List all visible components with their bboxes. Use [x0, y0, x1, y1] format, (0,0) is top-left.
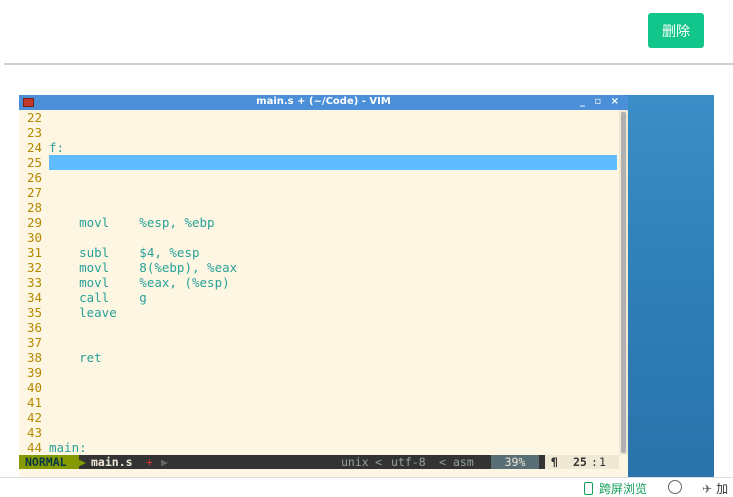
- editor-line[interactable]: 27: [19, 185, 619, 200]
- line-number: 38: [27, 350, 43, 365]
- editor-line[interactable]: 39: [19, 365, 619, 380]
- window-title: main.s + (~/Code) - VIM: [256, 96, 391, 107]
- line-number: 37: [27, 335, 43, 350]
- command-line[interactable]: [19, 469, 628, 477]
- line-code: main:: [49, 440, 87, 455]
- line-code: leave: [49, 305, 117, 320]
- vim-window: main.s + (~/Code) - VIM _ ▫ × 22 23 24 f: 25…: [19, 95, 628, 477]
- editor-line[interactable]: 34 call g: [19, 290, 619, 305]
- scroll-percent: 39%: [491, 455, 539, 469]
- editor-line[interactable]: 25: [19, 155, 619, 170]
- window-controls[interactable]: _ ▫ ×: [580, 96, 622, 107]
- position-colon: :: [591, 455, 598, 469]
- line-number: 32: [27, 260, 43, 275]
- editor-line[interactable]: 38 ret: [19, 350, 619, 365]
- line-number: 33: [27, 275, 43, 290]
- line-number: 39: [27, 365, 43, 380]
- line-number: 24: [27, 140, 43, 155]
- window-titlebar[interactable]: main.s + (~/Code) - VIM _ ▫ ×: [19, 95, 628, 110]
- editor-line[interactable]: 30: [19, 230, 619, 245]
- phone-icon: [584, 482, 593, 495]
- editor-line[interactable]: 23: [19, 125, 619, 140]
- line-number: 23: [27, 125, 43, 140]
- editor-line[interactable]: 43: [19, 425, 619, 440]
- vertical-scrollbar[interactable]: [619, 110, 628, 455]
- line-number: 44: [27, 440, 43, 455]
- top-toolbar: 删除: [0, 0, 733, 64]
- desktop-background: [628, 95, 714, 477]
- scroll-percent-value: 39%: [504, 455, 526, 469]
- mode-indicator: NORMAL: [19, 455, 79, 469]
- extension-label: 加: [716, 482, 729, 496]
- editor-line[interactable]: 37: [19, 335, 619, 350]
- modified-flag: +: [146, 455, 153, 469]
- editor-line[interactable]: 36: [19, 320, 619, 335]
- line-number: 35: [27, 305, 43, 320]
- divider: [4, 63, 733, 65]
- extension-button[interactable]: ✈ 加: [702, 480, 728, 497]
- chevron-left-icon: <: [375, 455, 382, 469]
- line-code: ret: [49, 350, 102, 365]
- editor-line[interactable]: 44 main:: [19, 440, 619, 455]
- cross-screen-label: 跨屏浏览: [599, 482, 648, 496]
- line-code: movl %eax, (%esp): [49, 275, 230, 290]
- line-number: 30: [27, 230, 43, 245]
- vim-statusline: NORMAL ▶ main.s + ▶ unix < utf-8 < asm 3…: [19, 455, 619, 469]
- line-number: 25: [27, 155, 43, 170]
- line-number-icon: ¶: [551, 455, 558, 469]
- editor-line[interactable]: 41: [19, 395, 619, 410]
- file-format: unix: [341, 455, 369, 469]
- browser-status-bar: 跨屏浏览 ✈ 加: [0, 477, 733, 497]
- line-number: 29: [27, 215, 43, 230]
- cursor-position: ¶ 25 : 1: [545, 455, 619, 469]
- scrollbar-thumb[interactable]: [621, 112, 626, 453]
- mode-separator-icon: ▶: [79, 455, 86, 469]
- line-number: 43: [27, 425, 43, 440]
- line-code: f:: [49, 140, 65, 155]
- file-type: asm: [453, 455, 474, 469]
- statusline-filename: main.s: [91, 455, 133, 469]
- delete-button[interactable]: 删除: [648, 13, 704, 48]
- line-code: subl $4, %esp: [49, 245, 200, 260]
- editor-line[interactable]: 29 movl %esp, %ebp: [19, 215, 619, 230]
- editor-buffer[interactable]: 22 23 24 f: 25 26 27 28 29 movl %esp, %ebp 30 31 s…: [19, 110, 619, 455]
- line-number: 28: [27, 200, 43, 215]
- editor-line[interactable]: 24 f:: [19, 140, 619, 155]
- line-code: movl 8(%ebp), %eax: [49, 260, 238, 275]
- chevron-left-icon: <: [439, 455, 446, 469]
- editor-line[interactable]: 26: [19, 170, 619, 185]
- line-number: 41: [27, 395, 43, 410]
- line-number: 22: [27, 110, 43, 125]
- line-code: movl %esp, %ebp: [49, 215, 215, 230]
- editor-line[interactable]: 28: [19, 200, 619, 215]
- editor-line[interactable]: 31 subl $4, %esp: [19, 245, 619, 260]
- editor-line[interactable]: 40: [19, 380, 619, 395]
- cursor-col: 1: [599, 455, 606, 469]
- file-encoding: utf-8: [391, 455, 426, 469]
- refresh-button[interactable]: [668, 480, 682, 494]
- editor-line[interactable]: 22: [19, 110, 619, 125]
- line-number: 42: [27, 410, 43, 425]
- cursorline-highlight: [49, 155, 617, 170]
- line-number: 40: [27, 380, 43, 395]
- segment-separator-icon: ▶: [161, 455, 168, 469]
- editor-line[interactable]: 35 leave: [19, 305, 619, 320]
- cursor-line: 25: [573, 455, 587, 469]
- pin-icon: ✈: [702, 481, 713, 496]
- editor-line[interactable]: 42: [19, 410, 619, 425]
- editor-line[interactable]: 33 movl %eax, (%esp): [19, 275, 619, 290]
- refresh-icon: [668, 480, 682, 494]
- line-number: 31: [27, 245, 43, 260]
- line-number: 27: [27, 185, 43, 200]
- editor-line[interactable]: 32 movl 8(%ebp), %eax: [19, 260, 619, 275]
- line-code: call g: [49, 290, 147, 305]
- line-number: 26: [27, 170, 43, 185]
- line-number: 34: [27, 290, 43, 305]
- line-number: 36: [27, 320, 43, 335]
- cross-screen-button[interactable]: 跨屏浏览: [584, 480, 647, 497]
